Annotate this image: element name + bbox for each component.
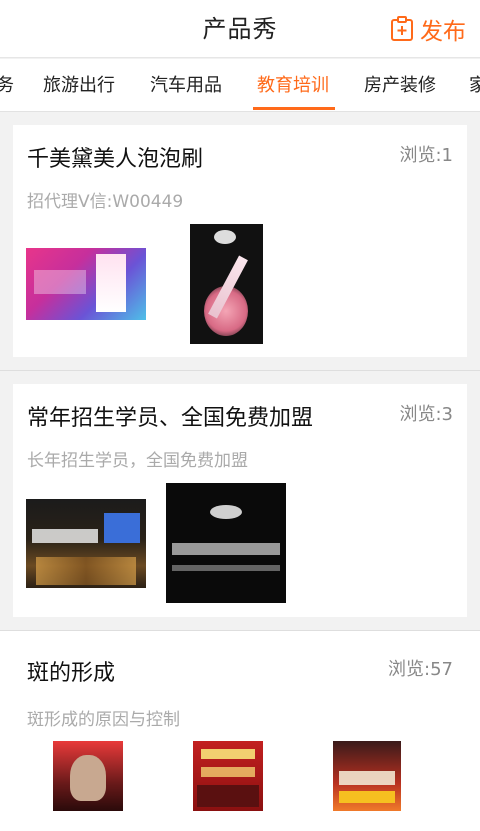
tab-auto[interactable]: 汽车用品	[150, 59, 222, 111]
sign-shape	[32, 529, 98, 543]
card-subtitle: 斑形成的原因与控制	[27, 710, 180, 730]
top-bar: 产品秀 发布	[0, 0, 480, 58]
active-tab-indicator	[253, 107, 335, 110]
tab-partial-left[interactable]: 务	[0, 59, 14, 111]
product-image[interactable]	[193, 741, 263, 811]
sign-text-shape	[172, 565, 280, 571]
brand-logo-shape	[214, 230, 236, 244]
tab-travel[interactable]: 旅游出行	[43, 59, 115, 111]
photo-grid-shape	[197, 785, 259, 807]
product-card[interactable]: 常年招生学员、全国免费加盟 浏览:3 长年招生学员，全国免费加盟	[13, 384, 467, 617]
view-count: 浏览:57	[388, 659, 453, 680]
publish-icon	[391, 16, 413, 41]
tab-education[interactable]: 教育培训	[257, 59, 329, 111]
product-list[interactable]: 千美黛美人泡泡刷 浏览:1 招代理V信:W00449 常年招生学员、全国免费加盟…	[0, 112, 480, 831]
product-image[interactable]	[333, 741, 401, 811]
portrait-shape	[70, 755, 106, 801]
banner-text-shape	[339, 771, 395, 785]
card-title: 千美黛美人泡泡刷	[27, 147, 204, 172]
tab-partial-right[interactable]: 家	[469, 59, 480, 111]
product-card[interactable]: 千美黛美人泡泡刷 浏览:1 招代理V信:W00449	[13, 125, 467, 357]
banner-text-shape	[201, 767, 255, 777]
sign-text-shape	[172, 543, 280, 555]
banner-text-shape	[339, 791, 395, 803]
card-title: 斑的形成	[27, 661, 116, 686]
category-tabs: 务 旅游出行 汽车用品 教育培训 房产装修 家	[0, 59, 480, 112]
card-subtitle: 招代理V信:W00449	[27, 192, 184, 212]
product-image[interactable]	[26, 248, 146, 320]
publish-label: 发布	[420, 19, 466, 45]
publish-button[interactable]: 发布	[390, 12, 466, 46]
window-light-shape	[36, 557, 136, 585]
card-subtitle: 长年招生学员，全国免费加盟	[27, 451, 248, 471]
card-title: 常年招生学员、全国免费加盟	[27, 406, 314, 431]
divider	[0, 370, 480, 371]
product-image[interactable]	[190, 224, 263, 344]
product-bottle-shape	[96, 254, 126, 312]
tab-real-estate[interactable]: 房产装修	[364, 59, 436, 111]
view-count: 浏览:3	[399, 404, 453, 425]
sign-shape	[104, 513, 140, 543]
logo-shape	[210, 505, 242, 519]
banner-text-shape	[201, 749, 255, 759]
product-card[interactable]: 斑的形成 浏览:57 斑形成的原因与控制	[0, 631, 480, 831]
view-count: 浏览:1	[399, 145, 453, 166]
storefront-image[interactable]	[26, 499, 146, 588]
product-text-block	[34, 270, 86, 294]
product-image[interactable]	[53, 741, 123, 811]
storefront-image[interactable]	[166, 483, 286, 603]
